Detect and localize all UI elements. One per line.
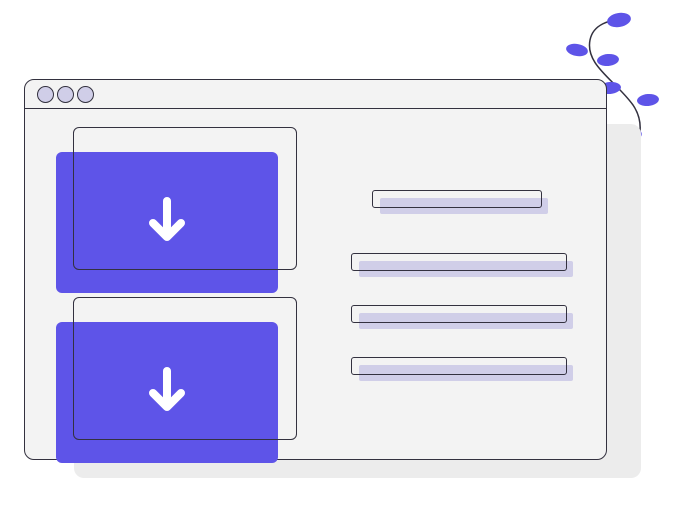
window-control-dot[interactable] bbox=[77, 86, 94, 103]
content-bar bbox=[351, 357, 567, 375]
browser-window bbox=[24, 79, 607, 460]
content-bar bbox=[351, 305, 567, 323]
window-control-dot[interactable] bbox=[37, 86, 54, 103]
download-arrow-icon bbox=[147, 197, 187, 245]
content-bar bbox=[372, 190, 542, 208]
download-arrow-icon bbox=[147, 367, 187, 415]
window-control-dot[interactable] bbox=[57, 86, 74, 103]
illustration-canvas bbox=[0, 0, 680, 512]
content-bar bbox=[351, 253, 567, 271]
window-titlebar bbox=[25, 80, 606, 109]
